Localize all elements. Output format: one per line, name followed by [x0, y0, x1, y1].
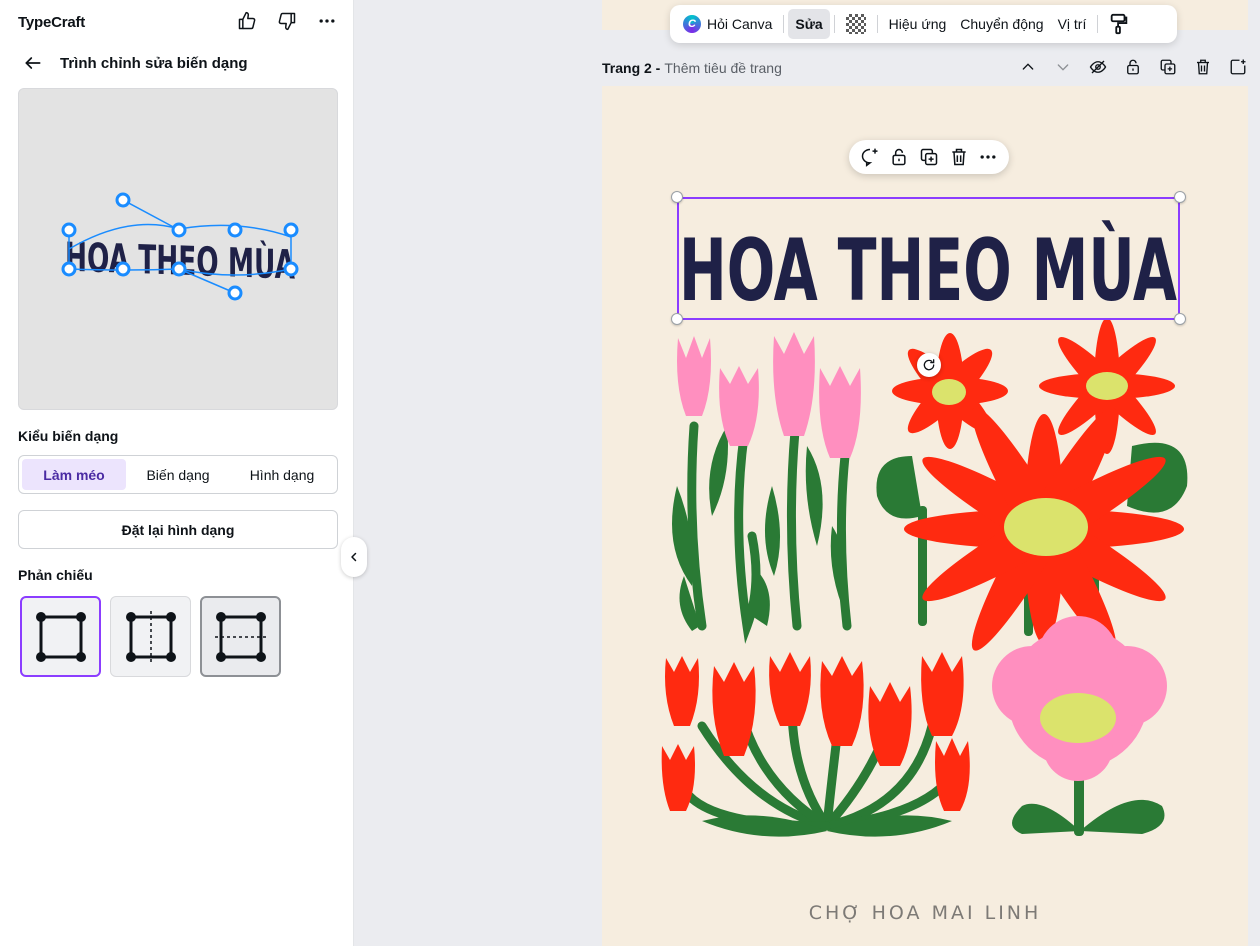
warp-preview[interactable]: HOA THEO MÙA: [18, 88, 338, 410]
add-page-icon[interactable]: [1227, 56, 1248, 77]
effects-button[interactable]: Hiệu ứng: [882, 9, 954, 39]
warp-mode-distort[interactable]: Làm méo: [22, 459, 126, 490]
position-button[interactable]: Vị trí: [1051, 9, 1094, 39]
mirror-horizontal-icon: [214, 611, 267, 662]
more-options-icon[interactable]: [976, 145, 1000, 169]
edit-button[interactable]: Sửa: [788, 9, 830, 39]
warp-handle[interactable]: [171, 222, 187, 238]
warp-mode-transform[interactable]: Biến dạng: [126, 459, 230, 490]
warp-handle[interactable]: [171, 261, 187, 277]
rotate-handle[interactable]: [917, 353, 941, 377]
hide-page-icon[interactable]: [1087, 56, 1108, 77]
mirror-none-option[interactable]: [20, 596, 101, 677]
back-row: Trình chỉnh sửa biến dạng: [22, 52, 248, 74]
warp-style-label: Kiểu biến dạng: [18, 428, 119, 444]
warp-handle[interactable]: [115, 261, 131, 277]
rotate-icon: [923, 359, 935, 371]
warp-handle[interactable]: [227, 285, 243, 301]
duplicate-element-icon[interactable]: [917, 145, 941, 169]
red-tulip-bunch: [661, 652, 970, 837]
transparency-icon: [845, 14, 866, 34]
pink-flower: [992, 616, 1167, 836]
delete-element-icon[interactable]: [947, 145, 971, 169]
resize-handle[interactable]: [1174, 313, 1186, 325]
more-options-icon[interactable]: [316, 10, 338, 32]
toolbar-divider: [783, 15, 785, 33]
panel-header: TypeCraft: [18, 10, 338, 34]
warp-mode-shape[interactable]: Hình dạng: [230, 459, 334, 490]
warp-handle[interactable]: [115, 192, 131, 208]
side-panel: TypeCraft Trình chỉnh sửa biến dạng HOA …: [0, 0, 354, 946]
add-comment-icon[interactable]: [858, 145, 882, 169]
transparency-button[interactable]: [839, 9, 873, 39]
resize-handle[interactable]: [671, 313, 683, 325]
paint-roller-icon: [1111, 13, 1128, 35]
warp-handle[interactable]: [283, 222, 299, 238]
mirror-label: Phản chiếu: [18, 567, 93, 583]
thumbs-down-icon[interactable]: [276, 10, 298, 32]
preview-text: HOA THEO MÙA: [65, 233, 295, 289]
tulip-group: [672, 332, 861, 644]
toolbar-divider: [876, 15, 878, 33]
thumbs-up-icon[interactable]: [236, 10, 258, 32]
chevron-up-icon[interactable]: [1017, 56, 1038, 77]
canva-logo-icon: C: [683, 15, 701, 33]
warp-preview-canvas[interactable]: HOA THEO MÙA: [19, 89, 338, 410]
warp-mode-selector: Làm méo Biến dạng Hình dạng: [18, 455, 338, 494]
toolbar-divider: [833, 15, 835, 33]
panel-title: Trình chỉnh sửa biến dạng: [60, 54, 248, 72]
duplicate-page-icon[interactable]: [1157, 56, 1178, 77]
page-number-label: Trang 2 -: [602, 60, 661, 76]
mirror-options: [20, 596, 281, 677]
warp-handle[interactable]: [61, 261, 77, 277]
lock-icon[interactable]: [1122, 56, 1143, 77]
lock-element-icon[interactable]: [887, 145, 911, 169]
warp-handle[interactable]: [61, 222, 77, 238]
reset-shape-button[interactable]: Đặt lại hình dạng: [18, 510, 338, 549]
mirror-vertical-icon: [125, 610, 176, 663]
resize-handle[interactable]: [1174, 191, 1186, 203]
delete-page-icon[interactable]: [1192, 56, 1213, 77]
ask-canva-label: Hỏi Canva: [707, 16, 773, 32]
animate-button[interactable]: Chuyển động: [953, 9, 1050, 39]
chevron-left-icon: [351, 552, 357, 562]
page-title-input[interactable]: Thêm tiêu đề trang: [664, 60, 782, 76]
mirror-horizontal-option[interactable]: [200, 596, 281, 677]
app-title: TypeCraft: [18, 13, 86, 31]
editor-toolbar: C Hỏi Canva Sửa Hiệu ứng Chuyển động Vị …: [670, 5, 1177, 43]
page-header: Trang 2 - Thêm tiêu đề trang: [602, 58, 1248, 78]
collapse-panel-button[interactable]: [341, 537, 367, 577]
footer-text[interactable]: CHỢ HOA MAI LINH: [602, 902, 1248, 924]
selection-box: [677, 197, 1180, 320]
toolbar-divider: [1097, 15, 1099, 33]
mirror-none-icon: [35, 611, 86, 662]
resize-handle[interactable]: [671, 191, 683, 203]
back-arrow-icon[interactable]: [22, 52, 44, 74]
ask-canva-button[interactable]: C Hỏi Canva: [676, 9, 779, 39]
warp-handle[interactable]: [283, 261, 299, 277]
chevron-down-icon[interactable]: [1052, 56, 1073, 77]
mirror-vertical-option[interactable]: [110, 596, 191, 677]
element-context-menu: [849, 140, 1009, 174]
warp-handle[interactable]: [227, 222, 243, 238]
copy-style-button[interactable]: [1102, 9, 1136, 39]
